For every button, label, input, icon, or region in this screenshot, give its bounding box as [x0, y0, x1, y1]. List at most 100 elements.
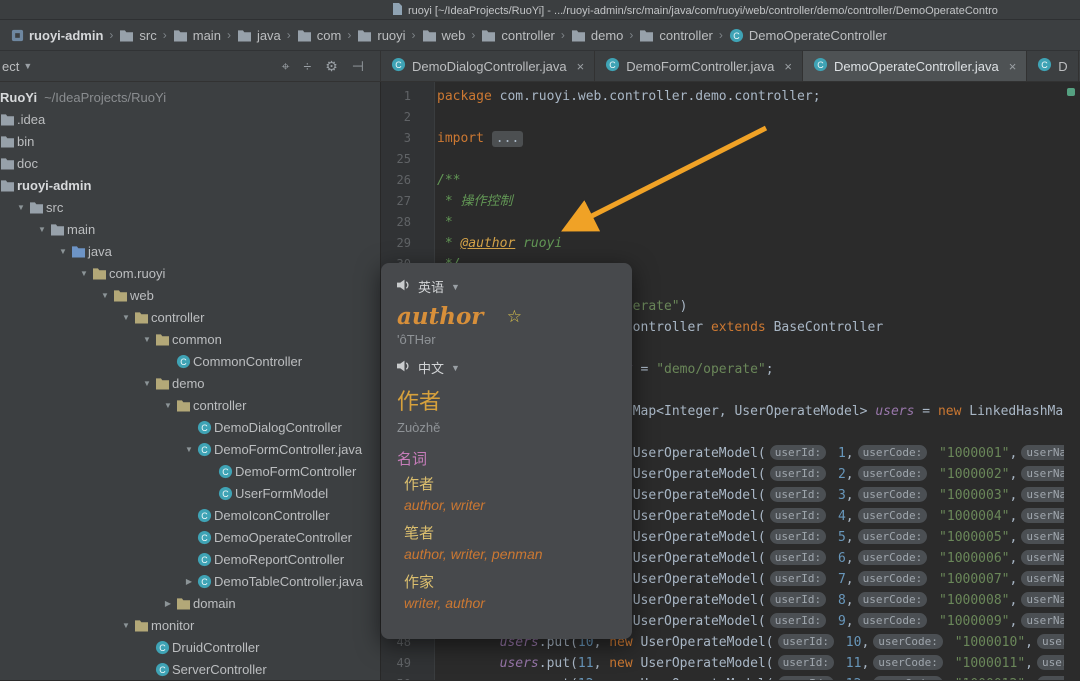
breadcrumb-item-java[interactable]: java — [234, 26, 284, 45]
target-language-row[interactable]: 中文 ▼ — [397, 358, 616, 377]
tab-demodialogcontroller-java[interactable]: CDemoDialogController.java× — [381, 51, 595, 81]
line-number[interactable]: 28 — [381, 212, 411, 233]
source-language-label[interactable]: 英语 — [418, 277, 444, 296]
breadcrumb-item-ruoyi-admin[interactable]: ruoyi-admin — [8, 26, 106, 45]
code-text: import ... — [411, 128, 523, 149]
breadcrumb-item-demooperatecontroller[interactable]: CDemoOperateController — [726, 26, 890, 45]
chevron-down-icon[interactable]: ▼ — [139, 335, 155, 344]
tree-item-demo[interactable]: ▼demo — [0, 372, 380, 394]
chevron-right-icon[interactable]: ▶ — [181, 577, 197, 586]
collapse-all-icon[interactable]: ÷ — [304, 58, 312, 75]
tree-item-ruoyi[interactable]: RuoYi~/IdeaProjects/RuoYi — [0, 86, 380, 108]
breadcrumb-item-main[interactable]: main — [170, 26, 224, 45]
param-hint-chip: userId: — [770, 571, 826, 586]
tab-demooperatecontroller-java[interactable]: CDemoOperateController.java× — [803, 51, 1027, 81]
tree-item-src[interactable]: ▼src — [0, 196, 380, 218]
code-token: BaseController — [766, 320, 883, 335]
tree-item-common[interactable]: ▼common — [0, 328, 380, 350]
tree-item-demooperatecontroller[interactable]: CDemoOperateController — [0, 526, 380, 548]
entry-en: author, writer, penman — [404, 544, 616, 564]
tree-item-label: com.ruoyi — [109, 266, 165, 281]
line-number[interactable]: 50 — [381, 674, 411, 680]
source-language-row[interactable]: 英语 ▼ — [397, 277, 616, 296]
chevron-down-icon[interactable]: ▼ — [13, 203, 29, 212]
tree-item-demodialogcontroller[interactable]: CDemoDialogController — [0, 416, 380, 438]
code-token: , — [1010, 572, 1018, 587]
tree-item-java[interactable]: ▼java — [0, 240, 380, 262]
breadcrumb-separator: › — [287, 28, 291, 42]
chevron-down-icon[interactable]: ▼ — [160, 401, 176, 410]
tree-item-commoncontroller[interactable]: CCommonController — [0, 350, 380, 372]
chevron-right-icon[interactable]: ▶ — [160, 599, 176, 608]
tree-item-controller[interactable]: ▼controller — [0, 306, 380, 328]
code-token: 11 — [578, 656, 594, 671]
tree-item-demoiconcontroller[interactable]: CDemoIconController — [0, 504, 380, 526]
line-number[interactable]: 2 — [381, 107, 411, 128]
tree-item-label: controller — [193, 398, 246, 413]
tree-item-doc[interactable]: doc — [0, 152, 380, 174]
favorite-star-icon[interactable]: ☆ — [507, 307, 522, 327]
code-token: 5 — [830, 530, 846, 545]
tree-item-label: ruoyi-admin — [17, 178, 91, 193]
line-number[interactable]: 1 — [381, 86, 411, 107]
speaker-icon[interactable] — [397, 360, 411, 375]
chevron-down-icon[interactable]: ▼ — [118, 621, 134, 630]
close-icon[interactable]: × — [1009, 59, 1017, 74]
chevron-down-icon[interactable]: ▼ — [55, 247, 71, 256]
tree-item-bin[interactable]: bin — [0, 130, 380, 152]
breadcrumb-item-ruoyi[interactable]: ruoyi — [354, 26, 408, 45]
tree-item-demoformcontroller-java[interactable]: ▼CDemoFormController.java — [0, 438, 380, 460]
chevron-down-icon[interactable]: ▼ — [139, 379, 155, 388]
param-hint-chip: userCode: — [858, 529, 928, 544]
line-number[interactable]: 25 — [381, 149, 411, 170]
target-language-label[interactable]: 中文 — [418, 358, 444, 377]
breadcrumb-item-com[interactable]: com — [294, 26, 345, 45]
tree-item-druidcontroller[interactable]: CDruidController — [0, 636, 380, 658]
breadcrumb-item-controller[interactable]: controller — [478, 26, 557, 45]
line-number[interactable]: 49 — [381, 653, 411, 674]
locate-icon[interactable]: ⌖ — [282, 58, 290, 75]
package-icon — [176, 597, 193, 610]
breadcrumb-item-src[interactable]: src — [116, 26, 159, 45]
line-number[interactable]: 27 — [381, 191, 411, 212]
tree-item-label: .idea — [17, 112, 45, 127]
breadcrumb-item-web[interactable]: web — [419, 26, 469, 45]
tree-item-demotablecontroller-java[interactable]: ▶CDemoTableController.java — [0, 570, 380, 592]
chevron-down-icon[interactable]: ▼ — [34, 225, 50, 234]
hide-panel-icon[interactable]: ⊣ — [352, 58, 364, 75]
tree-item-demoreportcontroller[interactable]: CDemoReportController — [0, 548, 380, 570]
svg-text:C: C — [201, 510, 208, 520]
line-number[interactable]: 3 — [381, 128, 411, 149]
tree-item-web[interactable]: ▼web — [0, 284, 380, 306]
code-token: 11 — [838, 656, 861, 671]
breadcrumb-item-demo[interactable]: demo — [568, 26, 627, 45]
breadcrumb-item-controller[interactable]: controller — [636, 26, 715, 45]
line-number[interactable]: 26 — [381, 170, 411, 191]
tree-item-userformmodel[interactable]: CUserFormModel — [0, 482, 380, 504]
tree-item-monitor[interactable]: ▼monitor — [0, 614, 380, 636]
tree-item-main[interactable]: ▼main — [0, 218, 380, 240]
project-panel-title[interactable]: ect — [2, 59, 19, 74]
tree-item-label: DemoFormController.java — [214, 442, 362, 457]
close-icon[interactable]: × — [577, 59, 585, 74]
close-icon[interactable]: × — [784, 59, 792, 74]
speaker-icon[interactable] — [397, 279, 411, 294]
gear-icon[interactable]: ⚙ — [325, 58, 338, 75]
tree-item-com-ruoyi[interactable]: ▼ com.ruoyi — [0, 262, 380, 284]
chevron-down-icon[interactable]: ▼ — [97, 291, 113, 300]
scrollbar-stripe[interactable] — [1064, 82, 1080, 680]
chevron-down-icon[interactable]: ▼ — [181, 445, 197, 454]
tab-demoformcontroller-java[interactable]: CDemoFormController.java× — [595, 51, 803, 81]
tree-item-demoformcontroller[interactable]: CDemoFormController — [0, 460, 380, 482]
tree-item-servercontroller[interactable]: CServerController — [0, 658, 380, 680]
tree-item-idea[interactable]: .idea — [0, 108, 380, 130]
inspection-indicator[interactable] — [1067, 88, 1075, 96]
line-number[interactable]: 29 — [381, 233, 411, 254]
tab-d[interactable]: CD — [1027, 51, 1078, 81]
tree-item-ruoyi-admin[interactable]: ruoyi-admin — [0, 174, 380, 196]
tree-item-path: ~/IdeaProjects/RuoYi — [44, 90, 166, 105]
chevron-down-icon[interactable]: ▼ — [118, 313, 134, 322]
tree-item-domain[interactable]: ▶domain — [0, 592, 380, 614]
chevron-down-icon[interactable]: ▼ — [76, 269, 92, 278]
tree-item-controller[interactable]: ▼ controller — [0, 394, 380, 416]
